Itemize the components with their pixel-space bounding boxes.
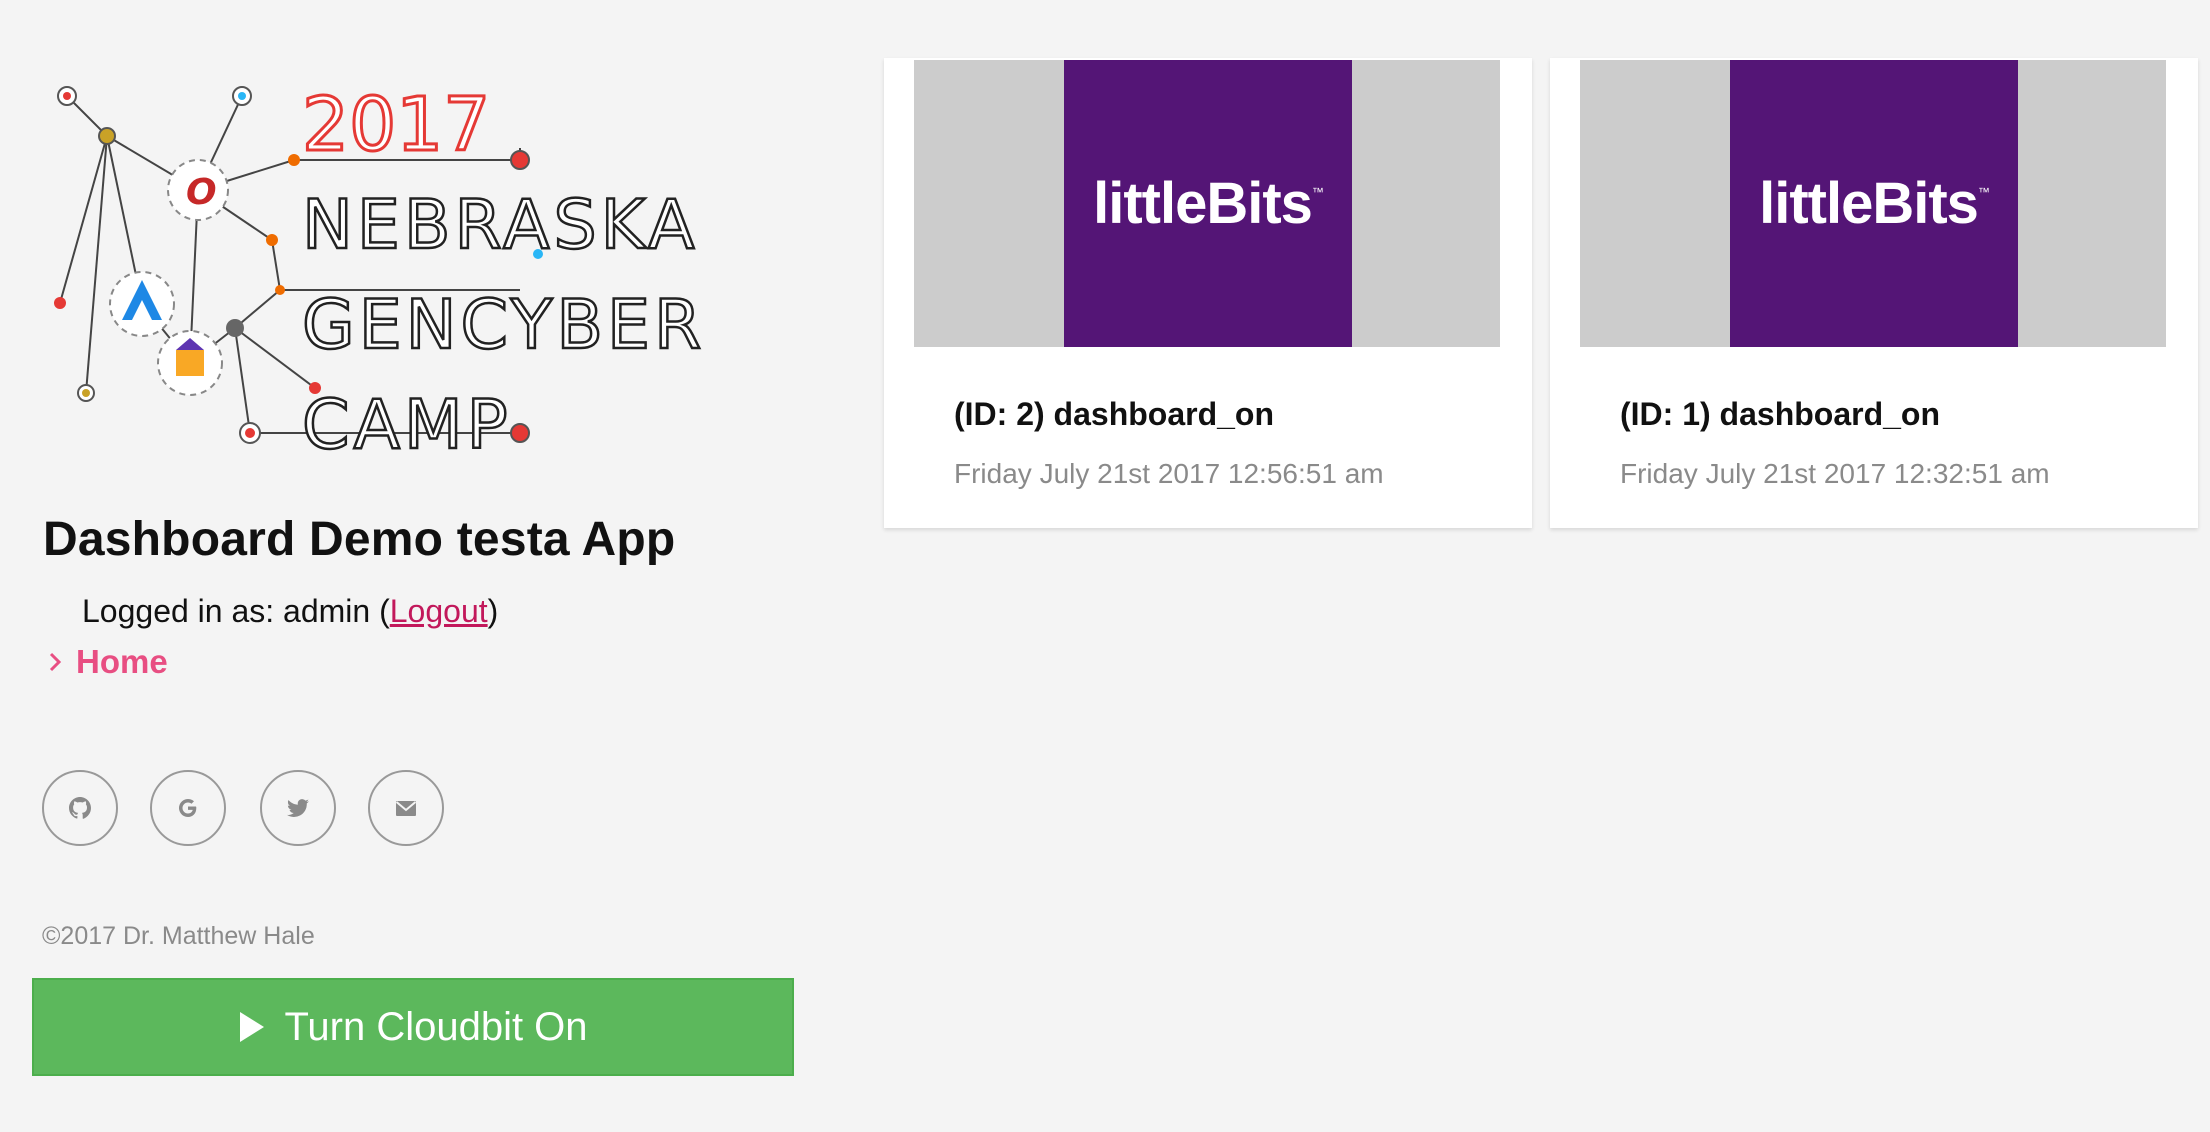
event-title: (ID: 1) dashboard_on xyxy=(1620,396,1941,432)
twitter-button[interactable] xyxy=(260,770,336,846)
logo-line-1: NEBRASKA xyxy=(302,186,699,265)
nav-item-home-label: Home xyxy=(76,643,168,680)
event-card[interactable]: littleBits ™ (ID: 1) dashboard_on Friday … xyxy=(1550,58,2198,528)
logout-link[interactable]: Logout xyxy=(390,593,488,629)
play-icon xyxy=(240,1012,265,1042)
github-icon xyxy=(69,797,91,819)
email-button[interactable] xyxy=(368,770,444,846)
svg-text:O: O xyxy=(186,172,217,213)
littlebits-logo-text: littleBits xyxy=(1093,171,1313,236)
littlebits-logo-text: littleBits xyxy=(1759,171,1979,236)
logo-line-2: GENCYBER xyxy=(302,286,705,365)
google-button[interactable] xyxy=(150,770,226,846)
login-status-close: ) xyxy=(487,593,499,629)
event-timestamp: Friday July 21st 2017 12:56:51 am xyxy=(954,458,1384,489)
event-timestamp: Friday July 21st 2017 12:32:51 am xyxy=(1620,458,2050,489)
littlebits-logo: littleBits ™ xyxy=(1064,60,1352,347)
sidebar: O 2017 NEBRASKA GENCYBER CAMP Dashboard … xyxy=(0,0,820,1132)
chevron-right-icon xyxy=(49,652,62,672)
app-title: Dashboard Demo testa App xyxy=(43,513,676,566)
logo-year: 2017 xyxy=(302,82,490,168)
login-status-text: Logged in as: admin ( xyxy=(82,593,390,629)
event-thumbnail: littleBits ™ xyxy=(914,60,1500,347)
google-icon xyxy=(178,799,197,817)
event-thumbnail: littleBits ™ xyxy=(1580,60,2166,347)
github-button[interactable] xyxy=(42,770,118,846)
nav-item-home[interactable]: Home xyxy=(48,643,168,681)
twitter-icon xyxy=(287,799,309,817)
event-title: (ID: 2) dashboard_on xyxy=(954,396,1275,432)
login-status: Logged in as: admin (Logout) xyxy=(82,593,498,630)
mail-icon xyxy=(395,801,417,816)
littlebits-logo: littleBits ™ xyxy=(1730,60,2018,347)
nebraska-gencyber-camp-logo: O 2017 NEBRASKA GENCYBER CAMP xyxy=(54,81,705,466)
logo-line-3: CAMP xyxy=(302,386,512,465)
event-card[interactable]: littleBits ™ (ID: 2) dashboard_on Friday … xyxy=(884,58,1532,528)
turn-cloudbit-on-button[interactable]: Turn Cloudbit On xyxy=(32,978,794,1076)
copyright: ©2017 Dr. Matthew Hale xyxy=(42,922,315,950)
turn-cloudbit-on-label: Turn Cloudbit On xyxy=(284,1004,588,1049)
